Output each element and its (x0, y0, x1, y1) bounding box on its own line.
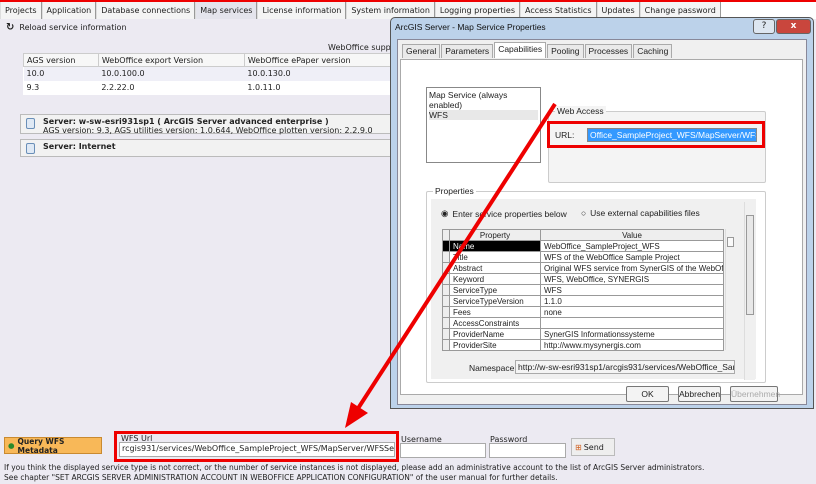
annotation-arrow (345, 102, 557, 428)
